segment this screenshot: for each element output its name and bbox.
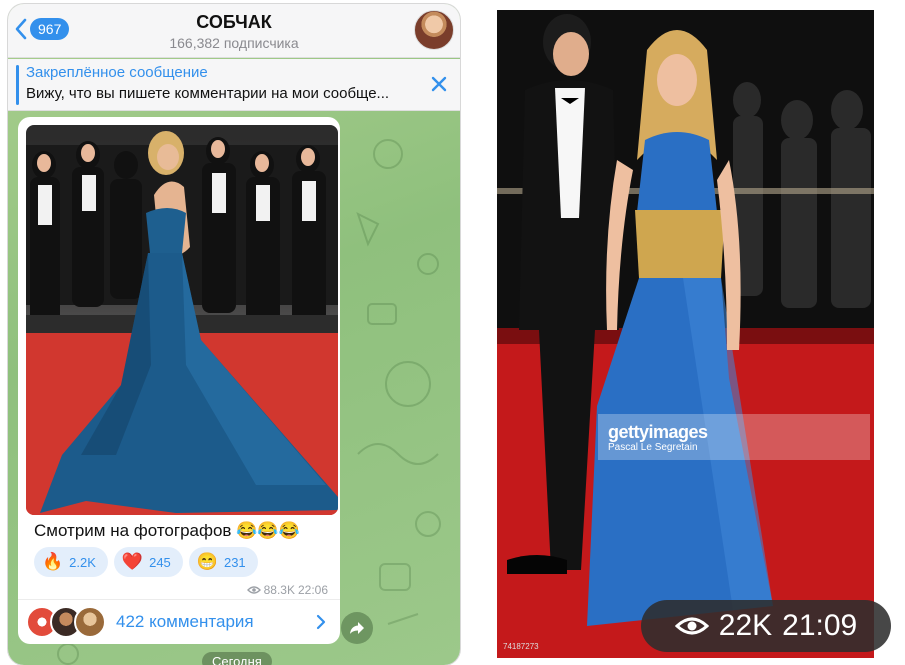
red-carpet-photo[interactable]: gettyimages Pascal Le Segretain 74187273: [497, 10, 874, 658]
comments-button[interactable]: 422 комментария: [18, 599, 340, 644]
getty-logo: gettyimages: [608, 422, 708, 442]
pinned-title: Закреплённое сообщение: [26, 64, 208, 81]
eye-icon: [246, 586, 261, 594]
share-button[interactable]: [341, 612, 373, 644]
close-icon[interactable]: [430, 75, 448, 93]
commenter-avatars: [26, 605, 108, 639]
photo-id: 74187273: [503, 642, 539, 651]
reaction-count: 2.2K: [69, 554, 96, 570]
pinned-message-bar[interactable]: Закреплённое сообщение Вижу, что вы пише…: [8, 59, 460, 111]
eye-icon: [674, 617, 709, 635]
avatar: [74, 606, 106, 638]
share-icon: [350, 622, 364, 634]
post-caption: Смотрим на фотографов 😂😂😂: [34, 521, 300, 540]
chevron-right-icon: [316, 614, 326, 630]
chat-header: 967 СОБЧАК 166,382 подписчика: [8, 4, 460, 58]
view-count: 88.3K: [263, 583, 295, 597]
telegram-screenshot: 967 СОБЧАК 166,382 подписчика Закреплённ…: [8, 4, 460, 665]
post-time: 21:09: [782, 609, 858, 642]
fire-emoji-icon: 🔥: [42, 552, 64, 571]
date-divider: Сегодня: [202, 652, 272, 665]
reaction-count: 245: [149, 554, 171, 570]
channel-post: Смотрим на фотографов 😂😂😂 🔥 2.2K ❤️ 245 …: [18, 117, 340, 644]
reaction-fire[interactable]: 🔥 2.2K: [34, 547, 108, 577]
pinned-indicator: [16, 65, 19, 105]
post-meta: 88.3K 22:06: [246, 583, 328, 597]
pinned-text: Вижу, что вы пишете комментарии на мои с…: [26, 85, 390, 102]
channel-avatar[interactable]: [414, 10, 454, 50]
channel-title[interactable]: СОБЧАК: [8, 12, 460, 33]
reaction-heart[interactable]: ❤️ 245: [113, 547, 183, 577]
view-count: 22K: [718, 609, 773, 642]
heart-emoji-icon: ❤️: [121, 552, 144, 571]
photo-credit: Pascal Le Segretain: [608, 442, 698, 453]
red-carpet-photo-illustration: [26, 131, 338, 515]
grin-emoji-icon: 😁: [196, 552, 218, 571]
reactions-row: 🔥 2.2K ❤️ 245 😁 231: [34, 547, 258, 577]
comments-label: 422 комментария: [116, 612, 254, 631]
subscriber-count: 166,382 подписчика: [169, 35, 299, 51]
reaction-grin[interactable]: 😁 231: [188, 547, 258, 577]
post-photo[interactable]: [26, 125, 338, 515]
post-time: 22:06: [297, 583, 328, 597]
getty-watermark: gettyimages Pascal Le Segretain: [598, 414, 870, 460]
reaction-count: 231: [223, 554, 246, 570]
views-time-overlay: 22K 21:09: [641, 600, 891, 652]
red-carpet-photo-illustration: [497, 10, 874, 658]
